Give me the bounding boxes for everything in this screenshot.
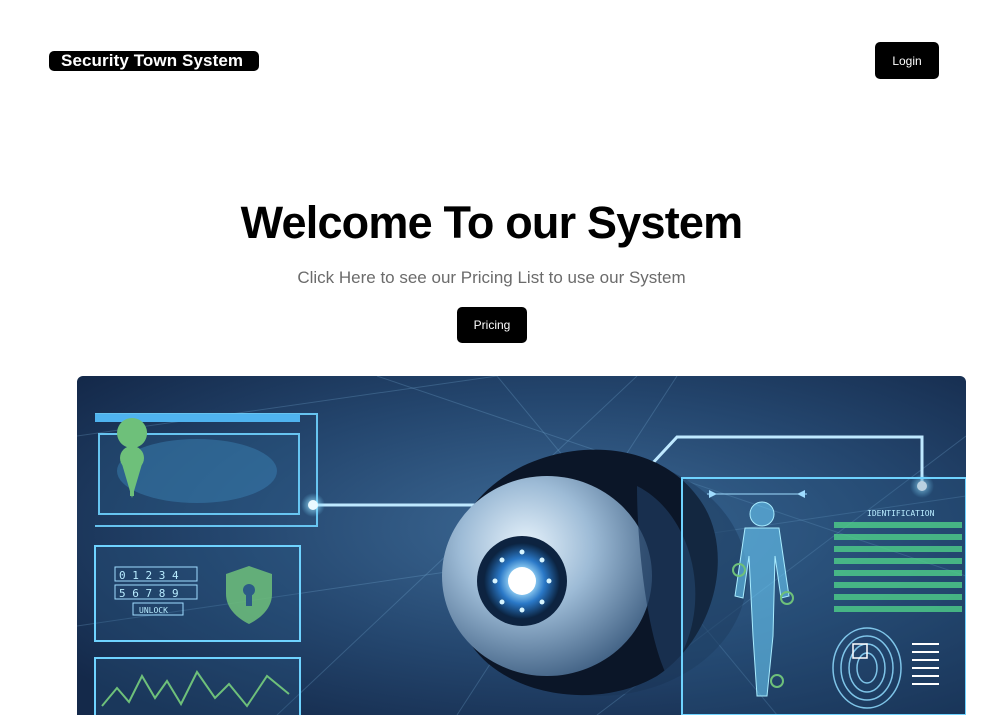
hero-subtitle: Click Here to see our Pricing List to us… [297,268,686,287]
identification-label: IDENTIFICATION [867,509,935,518]
security-camera-illustration: 0 1 2 3 4 5 6 7 8 9 UNLOCK IDENTIFICATIO… [77,376,966,715]
hero-title: Welcome To our System [240,197,743,248]
hero-image: 0 1 2 3 4 5 6 7 8 9 UNLOCK IDENTIFICATIO… [77,376,966,715]
unlock-label: UNLOCK [139,606,168,615]
keypad-row-1: 0 1 2 3 4 [119,569,179,582]
brand-logo[interactable]: Security Town System [49,51,259,71]
login-button[interactable]: Login [875,42,939,79]
keypad-row-2: 5 6 7 8 9 [119,587,179,600]
pricing-button[interactable]: Pricing [457,307,527,343]
